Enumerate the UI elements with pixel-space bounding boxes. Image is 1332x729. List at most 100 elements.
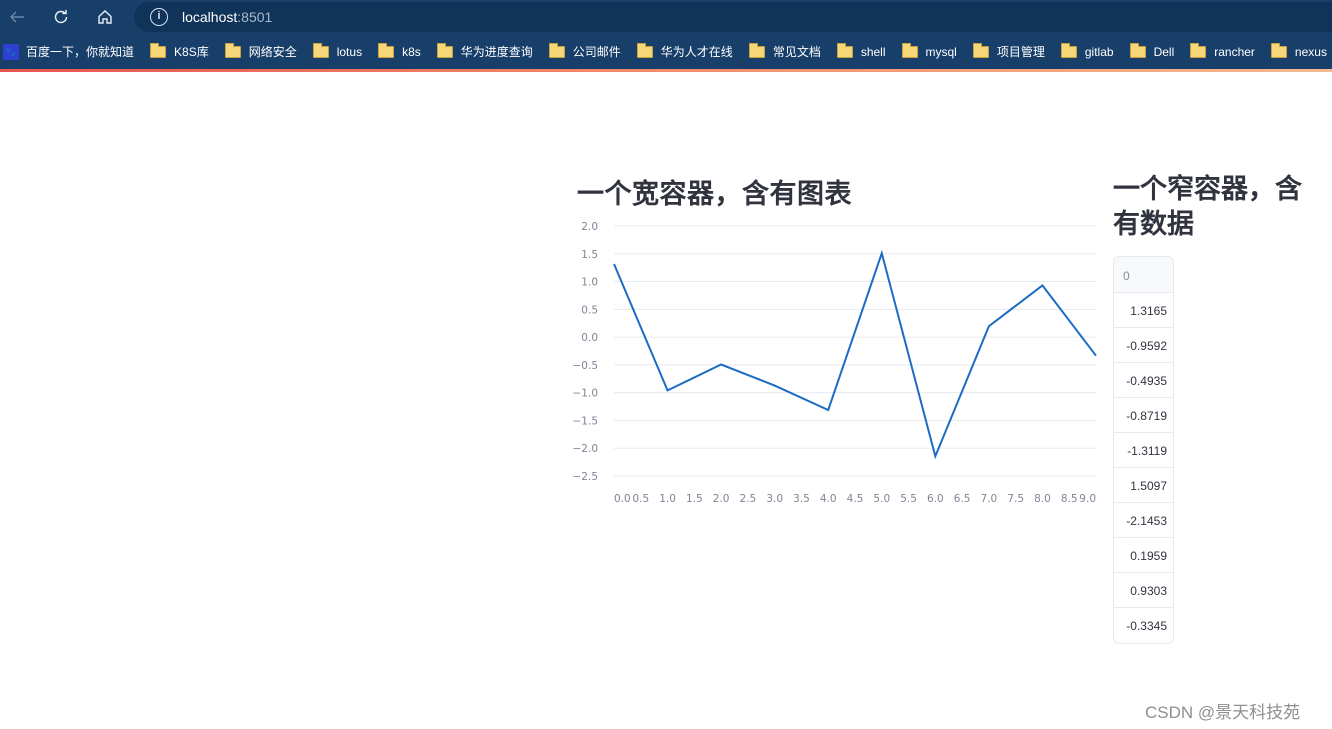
y-tick-label: −2.0 [573, 443, 599, 455]
table-cell[interactable]: -0.4935 [1114, 363, 1173, 398]
x-tick-label: 5.0 [873, 493, 890, 505]
reload-button[interactable] [48, 4, 74, 30]
watermark: CSDN @景天科技苑 [1145, 703, 1301, 722]
bookmark-item[interactable]: 华为人才在线 [636, 38, 739, 66]
url-host: localhost [182, 9, 238, 25]
y-tick-label: 2.0 [581, 221, 598, 233]
x-tick-label: 7.5 [1007, 493, 1024, 505]
x-tick-label: 7.0 [981, 493, 998, 505]
bookmark-item[interactable]: 常见文档 [748, 38, 827, 66]
bookmark-label: 项目管理 [996, 45, 1045, 59]
y-tick-label: 1.5 [581, 249, 598, 261]
baidu-icon: 🐾 [3, 43, 19, 60]
page-load-accent-line [0, 69, 1332, 72]
table-cell[interactable]: -2.1453 [1114, 503, 1173, 538]
bookmarks-bar: 🐾 百度一下，你就知道 K8S库 网络安全 lotus k8s 华为进度查询 公司邮件 华为人才… [0, 34, 1332, 69]
x-tick-label: 3.5 [793, 493, 810, 505]
x-tick-label: 9.0 [1079, 493, 1096, 505]
chart-gridlines [614, 225, 1096, 477]
folder-icon [836, 42, 853, 58]
browser-toolbar: i localhost:8501 [0, 0, 1332, 34]
url-text[interactable]: localhost:8501 [182, 9, 272, 25]
bookmark-item[interactable]: 🐾 百度一下，你就知道 [3, 38, 140, 66]
bookmark-item[interactable]: K8S库 [150, 38, 215, 66]
x-tick-label: 2.0 [713, 493, 730, 505]
y-tick-label: 0.5 [581, 304, 598, 316]
line-chart[interactable]: 2.01.51.00.50.0−0.5−1.0−1.5−2.0−2.5 0.0 0… [570, 215, 1105, 515]
table-cell[interactable]: 1.5097 [1114, 468, 1173, 503]
bookmark-label: nexus [1294, 44, 1327, 59]
bookmark-item[interactable]: Dell [1129, 38, 1181, 66]
bookmark-label: lotus [336, 44, 363, 59]
x-tick-label: 8.0 [1034, 493, 1051, 505]
bookmark-item[interactable]: 华为进度查询 [436, 38, 539, 66]
back-arrow-icon [10, 11, 24, 23]
table-column-header[interactable]: 0 [1114, 257, 1173, 293]
folder-icon [1129, 42, 1146, 58]
bookmark-label: Dell [1153, 44, 1175, 59]
x-tick-label: 6.5 [954, 493, 971, 505]
home-button[interactable] [92, 4, 118, 30]
bookmark-label: 网络安全 [248, 45, 297, 59]
bookmark-label: mysql [925, 44, 957, 59]
wide-container-heading: 一个宽容器，含有图表 [577, 179, 852, 209]
y-tick-label: −2.5 [573, 471, 599, 483]
x-tick-label: 0.0 [614, 493, 631, 505]
bookmark-label: 常见文档 [772, 45, 821, 59]
series-line[interactable] [613, 249, 1097, 460]
bookmark-label: shell [860, 44, 886, 59]
table-cell[interactable]: -1.3119 [1114, 433, 1173, 468]
address-bar[interactable]: i localhost:8501 [134, 2, 1332, 32]
table-cell[interactable]: 1.3165 [1114, 293, 1173, 328]
x-tick-label: 6.0 [927, 493, 944, 505]
bookmark-label: K8S库 [174, 45, 209, 59]
bookmark-label: 华为进度查询 [460, 45, 533, 59]
folder-icon [901, 42, 918, 58]
bookmark-label: gitlab [1084, 44, 1114, 59]
x-tick-label: 2.5 [740, 493, 757, 505]
bookmark-item[interactable]: 项目管理 [972, 38, 1051, 66]
bookmark-label: 华为人才在线 [660, 45, 733, 59]
y-tick-label: 0.0 [581, 332, 598, 344]
bookmark-label: 公司邮件 [572, 45, 621, 59]
bookmark-item[interactable]: lotus [312, 38, 368, 66]
x-tick-label: 3.0 [766, 493, 783, 505]
narrow-container-heading: 一个窄容器，含有数据 [1113, 174, 1302, 239]
folder-icon [1270, 42, 1287, 58]
data-table[interactable]: 0 1.3165 -0.9592 -0.4935 -0.8719 -1.3119 1.50… [1113, 256, 1174, 644]
bookmark-item[interactable]: mysql [901, 38, 963, 66]
bookmark-item[interactable]: nexus [1270, 38, 1332, 66]
bookmark-label: k8s [402, 44, 421, 59]
folder-icon [1060, 42, 1077, 58]
folder-icon [636, 42, 653, 58]
info-icon[interactable]: i [150, 8, 168, 26]
bookmark-item[interactable]: 网络安全 [224, 38, 303, 66]
y-tick-label: 1.0 [581, 277, 598, 289]
folder-icon [972, 42, 989, 58]
bookmark-label: rancher [1214, 44, 1255, 59]
table-body: 1.3165 -0.9592 -0.4935 -0.8719 -1.3119 1.5097… [1114, 293, 1173, 643]
bookmark-item[interactable]: rancher [1190, 38, 1261, 66]
table-cell[interactable]: -0.3345 [1114, 608, 1173, 643]
bookmark-item[interactable]: 公司邮件 [548, 38, 627, 66]
bookmark-item[interactable]: k8s [378, 38, 427, 66]
folder-icon [748, 42, 765, 58]
home-icon [98, 10, 112, 24]
table-cell[interactable]: 0.1959 [1114, 538, 1173, 573]
folder-icon [548, 42, 565, 58]
url-port: :8501 [237, 9, 273, 25]
folder-icon [436, 42, 453, 58]
x-tick-label: 1.5 [686, 493, 703, 505]
x-tick-label: 4.0 [820, 493, 837, 505]
table-cell[interactable]: 0.9303 [1114, 573, 1173, 608]
bookmark-item[interactable]: gitlab [1060, 38, 1120, 66]
table-cell[interactable]: -0.8719 [1114, 398, 1173, 433]
back-button[interactable] [4, 4, 30, 30]
bookmark-item[interactable]: shell [836, 38, 892, 66]
y-tick-label: −1.0 [573, 388, 599, 400]
folder-icon [224, 42, 241, 58]
y-tick-label: −0.5 [573, 360, 599, 372]
x-tick-label: 8.5 [1061, 493, 1078, 505]
table-cell[interactable]: -0.9592 [1114, 328, 1173, 363]
y-tick-label: −1.5 [573, 415, 599, 427]
